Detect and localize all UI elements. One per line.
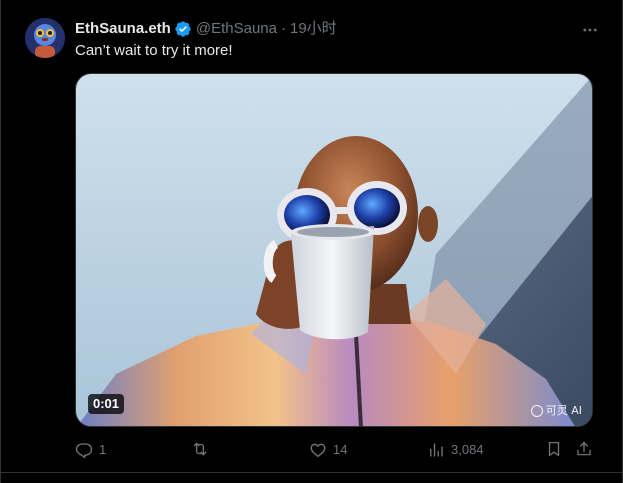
tweet-actions: 1 14 3,084 [75,440,595,462]
retweet-button[interactable] [191,440,215,458]
tweet-text: Can’t wait to try it more! [75,42,233,59]
retweet-icon [193,442,207,456]
share-icon [577,441,591,456]
timeline-frame: EthSauna.eth @EthSauna · 19小时 Can’t wait… [0,0,623,483]
bookmark-icon [548,441,560,457]
video-duration: 0:01 [88,394,125,414]
more-icon[interactable] [580,20,600,40]
timestamp[interactable]: 19小时 [290,19,337,39]
avatar[interactable] [25,18,65,58]
display-name[interactable]: EthSauna.eth [75,19,171,39]
like-count: 14 [333,442,348,457]
reply-button[interactable]: 1 [75,440,106,460]
separator-dot: · [280,20,286,37]
watermark-text: 可灵 AI [545,404,582,417]
reply-count: 1 [99,442,107,457]
like-icon [310,443,326,458]
watermark-logo-icon [530,405,543,417]
video-watermark: 可灵 AI [530,404,582,418]
video-player[interactable]: 0:01 可灵 AI [75,73,593,427]
verified-badge-icon [174,20,192,38]
tweet[interactable]: EthSauna.eth @EthSauna · 19小时 Can’t wait… [1,0,622,473]
share-button[interactable] [575,440,593,458]
handle[interactable]: @EthSauna [196,19,277,39]
video-frame [76,74,592,426]
view-count: 3,084 [451,442,484,457]
reply-icon [75,443,93,459]
like-button[interactable]: 14 [309,440,347,460]
views-button[interactable]: 3,084 [427,440,484,460]
tweet-header: EthSauna.eth @EthSauna · 19小时 [75,18,337,40]
bookmark-button[interactable] [545,440,563,458]
views-icon [430,443,443,457]
